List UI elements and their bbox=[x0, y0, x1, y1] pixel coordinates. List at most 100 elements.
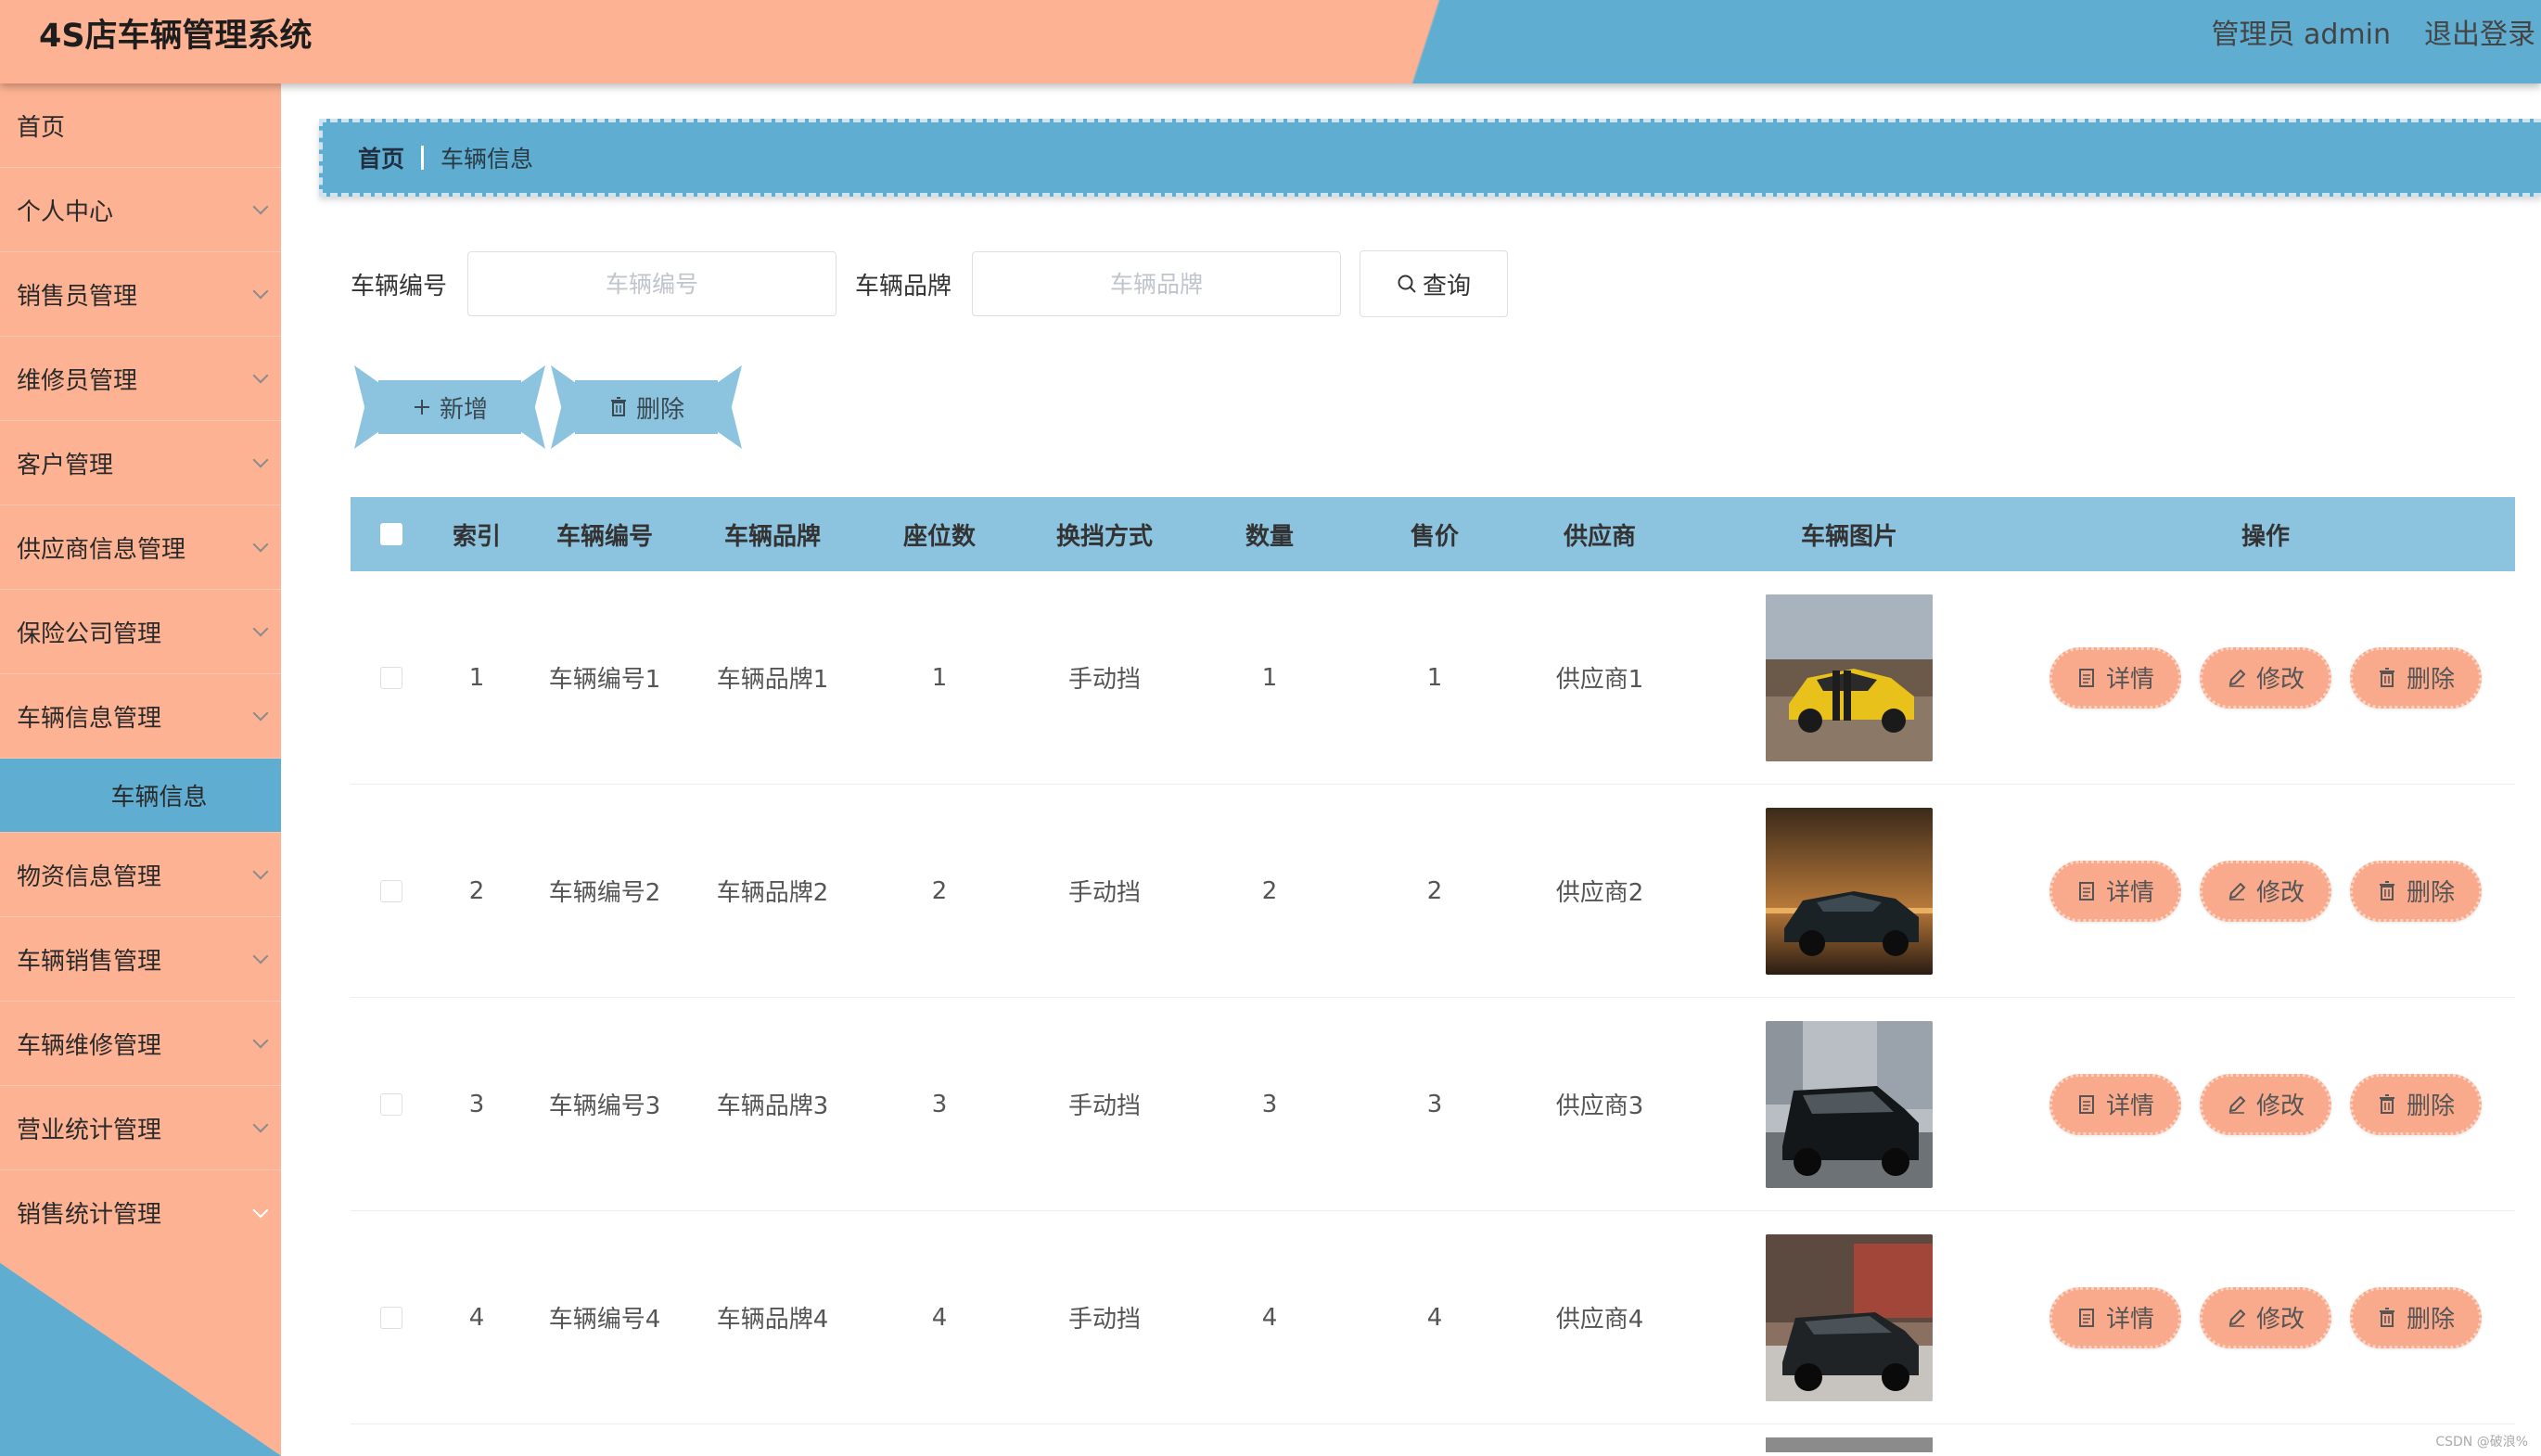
add-button[interactable]: 新增 bbox=[378, 380, 521, 434]
row-delete-button[interactable]: 删除 bbox=[2350, 1286, 2482, 1348]
sidebar-item-vehicle-sales[interactable]: 车辆销售管理 bbox=[0, 917, 281, 1002]
trash-icon bbox=[2377, 1093, 2397, 1116]
sidebar-item-label: 车辆信息管理 bbox=[17, 704, 162, 733]
sidebar-item-supplier[interactable]: 供应商信息管理 bbox=[0, 505, 281, 590]
delete-label: 删除 bbox=[2406, 666, 2455, 694]
cell-vehicle-no: 车辆编号1 bbox=[548, 666, 661, 694]
edit-button[interactable]: 修改 bbox=[2200, 860, 2331, 922]
sidebar-item-label: 个人中心 bbox=[17, 198, 114, 226]
logout-button[interactable]: 退出登录 bbox=[2424, 13, 2535, 57]
breadcrumb-separator bbox=[421, 146, 425, 170]
cell-supplier: 供应商1 bbox=[1555, 666, 1644, 694]
breadcrumb: 首页 车辆信息 bbox=[319, 119, 2541, 197]
sidebar-item-repairman[interactable]: 维修员管理 bbox=[0, 337, 281, 421]
breadcrumb-current: 车辆信息 bbox=[441, 146, 534, 172]
vehicle-image[interactable] bbox=[1766, 1020, 1933, 1188]
col-header-image: 车辆图片 bbox=[1800, 522, 1897, 551]
col-header-quantity: 数量 bbox=[1245, 522, 1294, 551]
cell-vehicle-no: 车辆编号3 bbox=[548, 1092, 661, 1120]
delete-label: 删除 bbox=[2406, 1306, 2455, 1334]
edit-button[interactable]: 修改 bbox=[2200, 646, 2331, 709]
sidebar-item-label: 保险公司管理 bbox=[17, 619, 162, 648]
cell-index: 4 bbox=[468, 1303, 485, 1332]
row-delete-button[interactable]: 删除 bbox=[2350, 860, 2482, 922]
table-header: 索引 车辆编号 车辆品牌 座位数 换挡方式 数量 售价 供应商 车辆图片 操作 bbox=[351, 497, 2515, 571]
col-header-actions: 操作 bbox=[2241, 522, 2290, 551]
cell-brand: 车辆品牌1 bbox=[716, 666, 829, 694]
chevron-down-icon bbox=[252, 1117, 269, 1133]
query-button[interactable]: 查询 bbox=[1360, 250, 1509, 317]
user-info: 管理员 admin bbox=[2211, 19, 2391, 51]
document-icon bbox=[2076, 1307, 2097, 1329]
sidebar-item-label: 供应商信息管理 bbox=[17, 535, 186, 564]
edit-label: 修改 bbox=[2255, 879, 2305, 907]
trash-icon bbox=[608, 396, 629, 418]
row-checkbox[interactable] bbox=[380, 1092, 402, 1116]
row-delete-button[interactable]: 删除 bbox=[2350, 646, 2482, 709]
search-icon bbox=[1397, 273, 1417, 295]
detail-label: 详情 bbox=[2105, 666, 2154, 694]
table-row: 4 车辆编号4 车辆品牌4 4 手动挡 4 4 供应商4 详情 修改 删除 bbox=[351, 1211, 2515, 1424]
pencil-icon bbox=[2227, 880, 2247, 902]
row-checkbox[interactable] bbox=[380, 879, 402, 902]
sidebar-item-materials[interactable]: 物资信息管理 bbox=[0, 833, 281, 917]
chevron-down-icon bbox=[252, 948, 269, 964]
search-bar: 车辆编号 车辆品牌 查询 bbox=[351, 250, 1509, 317]
cell-vehicle-no: 车辆编号4 bbox=[548, 1306, 661, 1334]
cell-seats: 2 bbox=[931, 876, 948, 905]
sidebar-item-label: 车辆维修管理 bbox=[17, 1031, 162, 1060]
detail-button[interactable]: 详情 bbox=[2049, 860, 2181, 922]
sidebar-item-insurance[interactable]: 保险公司管理 bbox=[0, 590, 281, 674]
sidebar-item-vehicle-info[interactable]: 车辆信息管理 bbox=[0, 674, 281, 759]
table-row: 2 车辆编号2 车辆品牌2 2 手动挡 2 2 供应商2 详情 修改 删除 bbox=[351, 785, 2515, 998]
document-icon bbox=[2076, 667, 2097, 689]
delete-button[interactable]: 删除 bbox=[575, 380, 718, 434]
select-all-checkbox[interactable] bbox=[380, 523, 402, 545]
sidebar-item-customer[interactable]: 客户管理 bbox=[0, 421, 281, 505]
chevron-down-icon bbox=[252, 198, 269, 215]
detail-label: 详情 bbox=[2105, 1306, 2154, 1334]
brand-input[interactable] bbox=[972, 251, 1342, 316]
row-delete-button[interactable]: 删除 bbox=[2350, 1073, 2482, 1135]
sidebar-item-label: 销售统计管理 bbox=[17, 1201, 162, 1229]
document-icon bbox=[2076, 880, 2097, 902]
sidebar-item-business-stats[interactable]: 营业统计管理 bbox=[0, 1086, 281, 1170]
sidebar-item-home[interactable]: 首页 bbox=[0, 83, 281, 168]
sidebar-item-label: 物资信息管理 bbox=[17, 862, 162, 891]
sidebar-item-label: 客户管理 bbox=[17, 451, 114, 479]
sidebar-item-label: 维修员管理 bbox=[17, 366, 138, 395]
cell-brand: 车辆品牌2 bbox=[716, 879, 829, 907]
cell-gear: 手动挡 bbox=[1067, 1306, 1141, 1334]
edit-button[interactable]: 修改 bbox=[2200, 1286, 2331, 1348]
pencil-icon bbox=[2227, 667, 2247, 689]
sidebar-subitem-vehicle-info[interactable]: 车辆信息 bbox=[0, 759, 281, 833]
sidebar-item-salesperson[interactable]: 销售员管理 bbox=[0, 252, 281, 337]
delete-label: 删除 bbox=[2406, 1092, 2455, 1120]
delete-label: 删除 bbox=[2406, 879, 2455, 907]
vehicle-image[interactable] bbox=[1766, 594, 1933, 761]
sidebar-item-personal-center[interactable]: 个人中心 bbox=[0, 168, 281, 252]
cell-seats: 3 bbox=[931, 1090, 948, 1118]
vehicle-image bbox=[1766, 1437, 1933, 1452]
cell-brand: 车辆品牌4 bbox=[716, 1306, 829, 1334]
detail-button[interactable]: 详情 bbox=[2049, 1073, 2181, 1135]
cell-brand: 车辆品牌3 bbox=[716, 1092, 829, 1120]
sidebar-item-vehicle-repair[interactable]: 车辆维修管理 bbox=[0, 1002, 281, 1086]
edit-button[interactable]: 修改 bbox=[2200, 1073, 2331, 1135]
vehicle-image[interactable] bbox=[1766, 807, 1933, 975]
document-icon bbox=[2076, 1093, 2097, 1116]
vehicle-image[interactable] bbox=[1766, 1233, 1933, 1401]
detail-button[interactable]: 详情 bbox=[2049, 646, 2181, 709]
row-checkbox[interactable] bbox=[380, 1306, 402, 1329]
sidebar-item-label: 营业统计管理 bbox=[17, 1116, 162, 1144]
cell-price: 4 bbox=[1426, 1303, 1443, 1332]
sidebar-item-label: 首页 bbox=[17, 113, 66, 142]
cell-quantity: 4 bbox=[1261, 1303, 1278, 1332]
detail-button[interactable]: 详情 bbox=[2049, 1286, 2181, 1348]
vehicle-no-input[interactable] bbox=[467, 251, 837, 316]
vehicle-no-label: 车辆编号 bbox=[351, 272, 448, 300]
row-checkbox[interactable] bbox=[380, 666, 402, 689]
cell-gear: 手动挡 bbox=[1067, 879, 1141, 907]
breadcrumb-home[interactable]: 首页 bbox=[358, 141, 404, 174]
sidebar-item-sales-stats[interactable]: 销售统计管理 bbox=[0, 1170, 281, 1255]
